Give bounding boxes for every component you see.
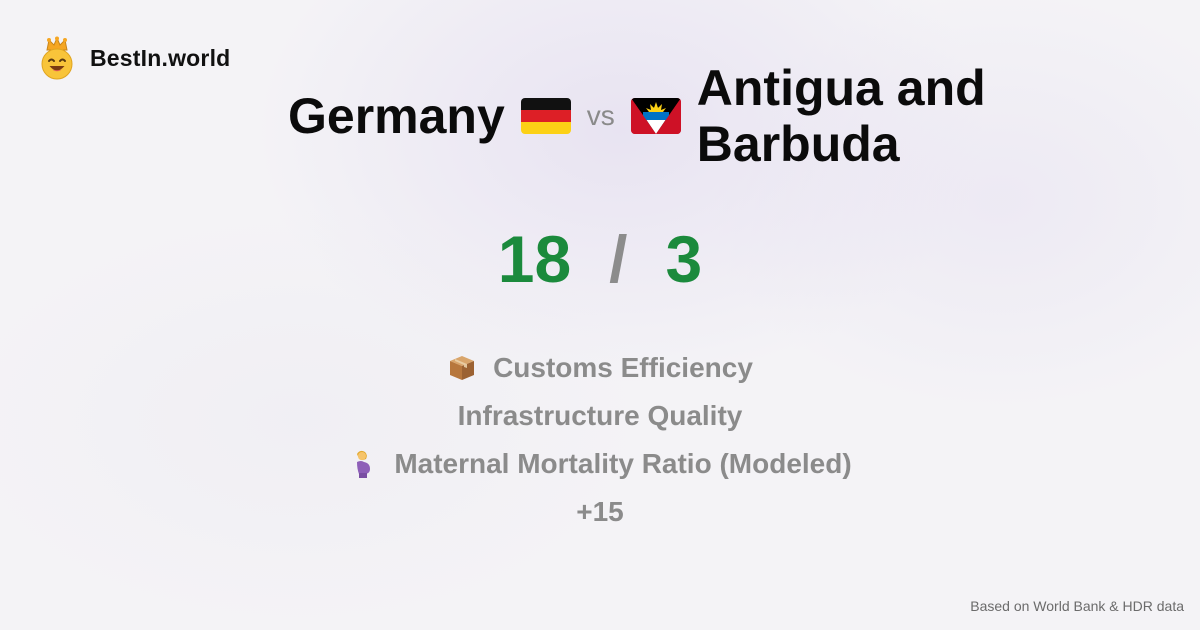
score-country-b: 3: [665, 222, 703, 296]
category-label: Maternal Mortality Ratio (Modeled): [394, 448, 852, 479]
package-icon: [450, 356, 475, 380]
category-customs-efficiency: Customs Efficiency: [447, 344, 753, 392]
category-label: Customs Efficiency: [493, 352, 753, 383]
category-infrastructure-quality: Infrastructure Quality: [458, 392, 743, 440]
score-country-a: 18: [497, 222, 572, 296]
antigua-barbuda-flag-icon: [630, 98, 681, 134]
data-source-note: Based on World Bank & HDR data: [970, 598, 1184, 614]
brand[interactable]: BestIn.world: [38, 36, 230, 80]
comparison-title: Germany vs Antigua and Barbuda: [288, 60, 1017, 172]
vs-label: vs: [586, 100, 615, 131]
category-list: Customs Efficiency Infrastructure Qualit…: [0, 344, 1200, 536]
crowned-smiley-icon: [41, 36, 73, 80]
score: 18 / 3: [0, 226, 1200, 292]
brand-name: BestIn.world: [90, 44, 231, 71]
country-a-name: Germany: [288, 88, 505, 144]
more-categories-count: +15: [576, 496, 624, 527]
score-separator: /: [609, 222, 628, 296]
germany-flag-icon: [520, 98, 571, 134]
category-label: Infrastructure Quality: [457, 400, 743, 431]
category-maternal-mortality: Maternal Mortality Ratio (Modeled): [348, 440, 852, 488]
country-b-name: Antigua and Barbuda: [696, 60, 986, 172]
pregnant-woman-icon: [357, 450, 371, 478]
